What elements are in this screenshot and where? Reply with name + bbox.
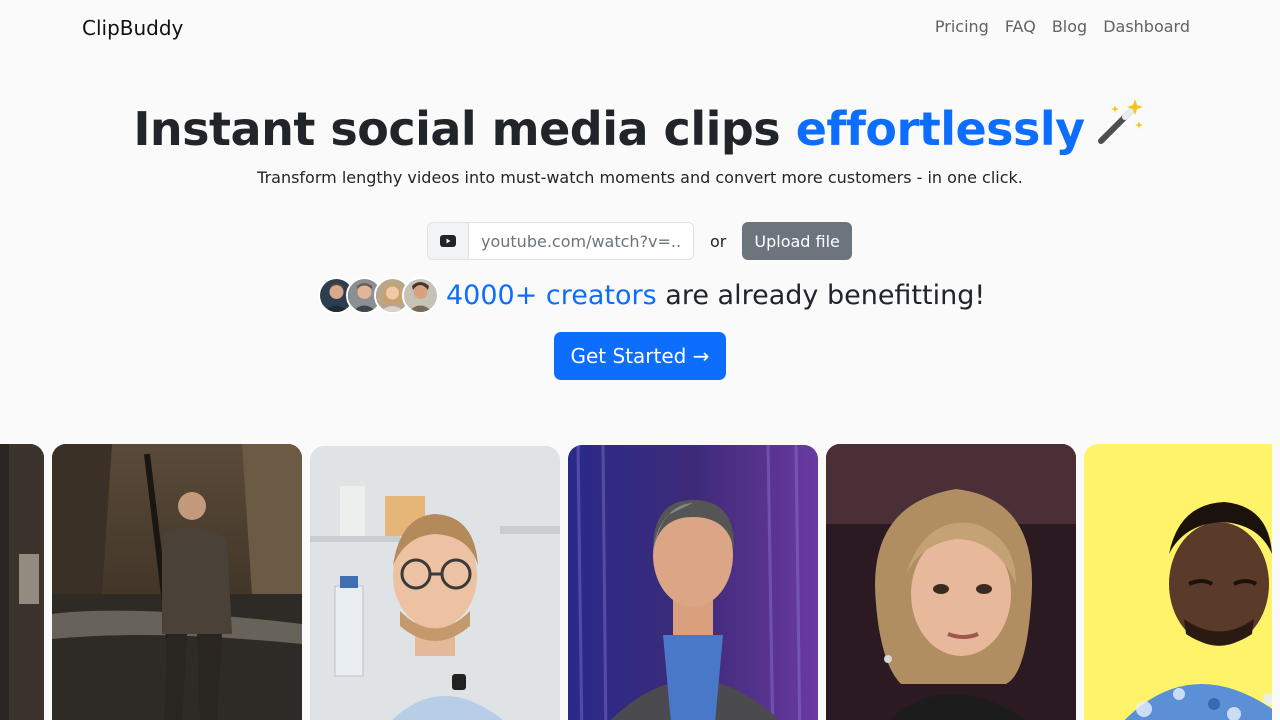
avatar (402, 277, 439, 314)
navbar: ClipBuddy Pricing FAQ Blog Dashboard (0, 0, 1280, 56)
creator-avatars (318, 277, 439, 314)
hero-title: Instant social media clips effortlessly (0, 99, 1280, 158)
video-input-row: or Upload file (427, 222, 852, 260)
clip-gallery (0, 444, 1280, 720)
clip-thumbnail[interactable] (52, 444, 302, 720)
clip-thumbnail[interactable] (310, 446, 560, 720)
brand-logo[interactable]: ClipBuddy (82, 16, 183, 40)
nav-link-dashboard[interactable]: Dashboard (1103, 17, 1190, 36)
or-separator: or (710, 231, 727, 251)
nav-link-blog[interactable]: Blog (1052, 17, 1087, 36)
youtube-url-input[interactable] (469, 223, 693, 259)
clip-thumbnail[interactable] (0, 444, 44, 720)
nav-link-faq[interactable]: FAQ (1005, 17, 1036, 36)
youtube-icon (428, 223, 469, 259)
clip-gallery-edge (1272, 444, 1280, 720)
social-proof-suffix: are already benefitting! (665, 280, 986, 311)
hero-title-main: Instant social media clips (133, 102, 781, 156)
hero-subtitle: Transform lengthy videos into must-watch… (257, 168, 1023, 187)
upload-file-button[interactable]: Upload file (742, 222, 852, 260)
url-input-group (427, 222, 694, 260)
creator-count: 4000+ creators (446, 280, 657, 311)
hero-title-accent: effortlessly (795, 102, 1085, 156)
magic-wand-icon (1095, 95, 1147, 158)
nav-link-pricing[interactable]: Pricing (935, 17, 989, 36)
clip-thumbnail[interactable] (568, 445, 818, 720)
nav-links: Pricing FAQ Blog Dashboard (935, 17, 1190, 36)
social-proof: 4000+ creators are already benefitting! (318, 277, 985, 314)
clip-thumbnail[interactable] (1084, 444, 1280, 720)
clip-thumbnail[interactable] (826, 444, 1076, 720)
get-started-button[interactable]: Get Started → (554, 332, 726, 380)
social-proof-text: 4000+ creators are already benefitting! (446, 280, 985, 311)
